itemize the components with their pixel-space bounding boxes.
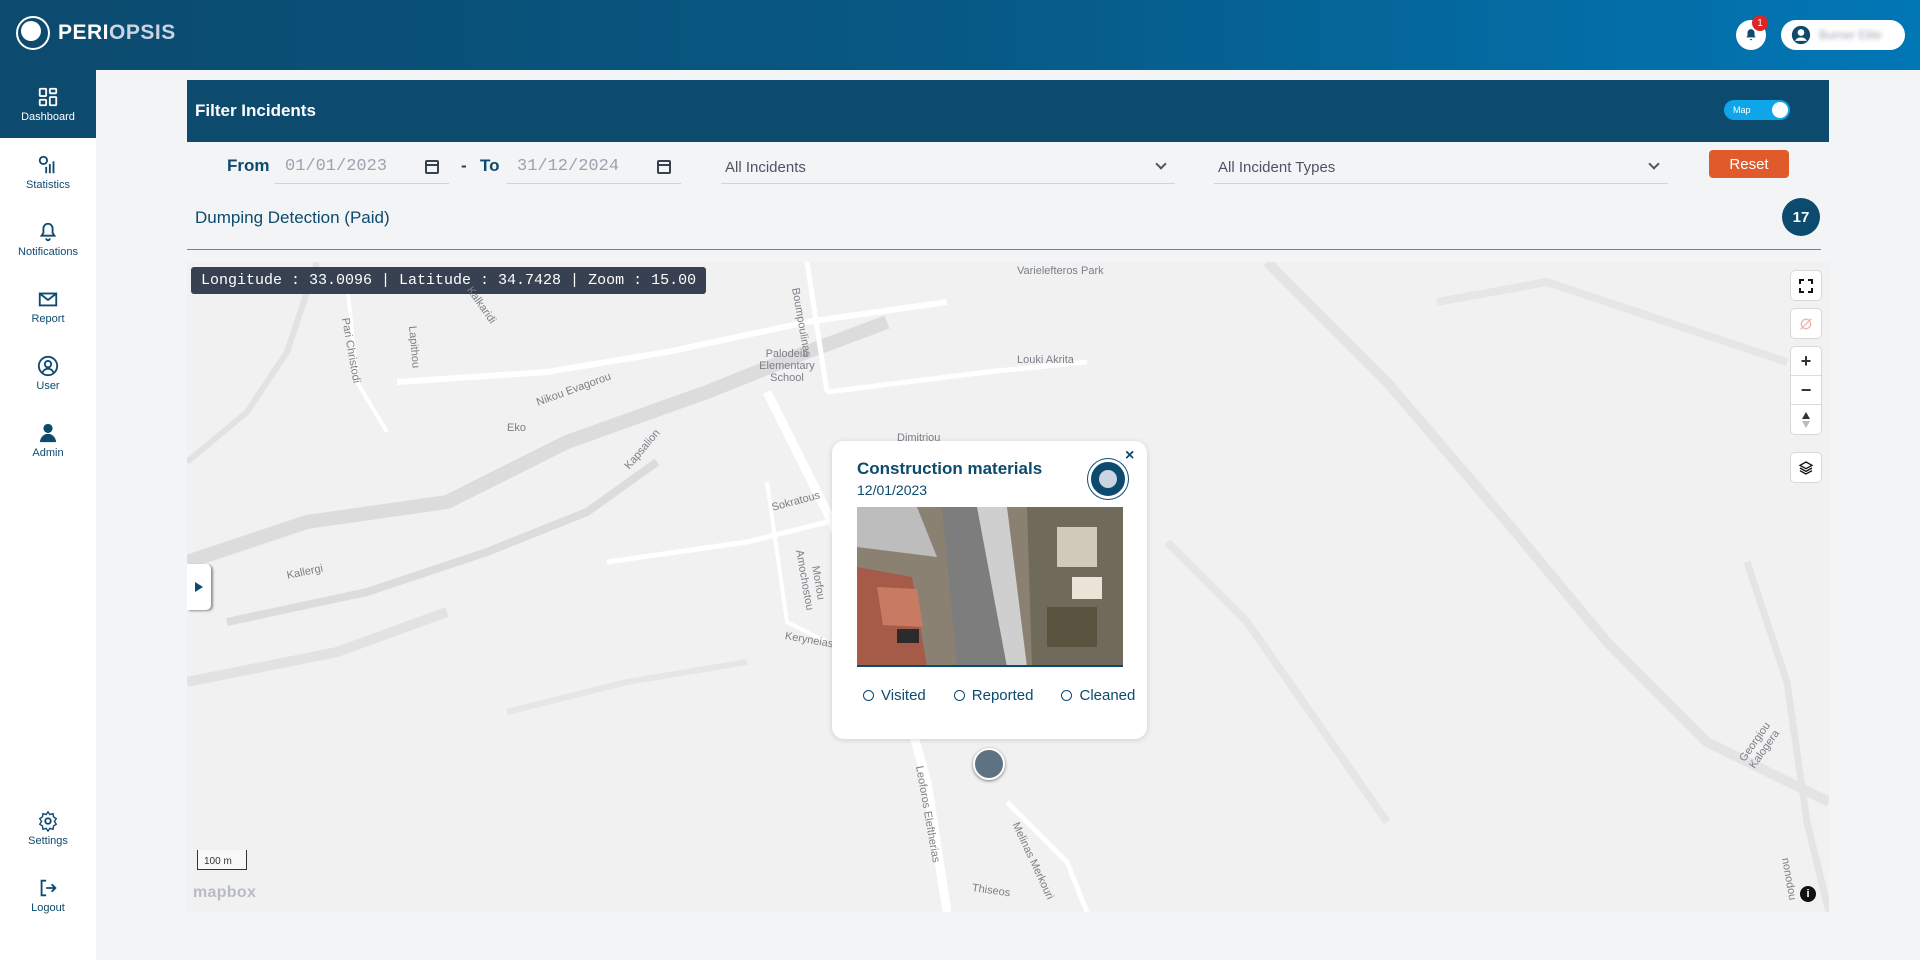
map-label: Varielefteros Park [1017,265,1104,277]
filter-title: Filter Incidents [195,101,316,120]
geolocate-disabled-icon[interactable] [1791,309,1821,338]
user-avatar-icon [1791,25,1811,45]
layers-icon[interactable] [1791,453,1821,482]
date-separator: - [461,156,467,175]
filter-row: From 01/01/2023 - To 31/12/2024 All Inci… [187,142,1829,188]
notification-badge: 1 [1752,15,1768,31]
reporter-avatar [1088,459,1128,499]
sidebar-item-logout[interactable]: Logout [0,877,96,914]
map-canvas[interactable]: Longitude : 33.0096 | Latitude : 34.7428… [187,262,1829,912]
to-date-input[interactable]: 31/12/2024 [507,150,681,184]
map-scale: 100 m [197,850,247,870]
fullscreen-control[interactable] [1791,271,1821,300]
brand-name: PERIOPSIS [58,21,176,44]
detection-title: Dumping Detection (Paid) [195,208,390,227]
map-label: Palodeia Elementary School [759,348,815,384]
incident-photo[interactable] [857,507,1123,667]
zoom-in-icon[interactable]: + [1791,347,1821,376]
top-bar: PERIOPSIS 1 Burner Elite [0,0,1920,70]
zoom-out-icon[interactable]: − [1791,376,1821,405]
dashboard-icon [38,87,58,107]
from-date-input[interactable]: 01/01/2023 [275,150,449,184]
cleaned-radio[interactable] [1061,690,1073,701]
status-options: Visited Reported Cleaned [857,687,1135,704]
visited-option[interactable]: Visited [857,687,926,704]
gear-icon [38,810,58,832]
fullscreen-icon[interactable] [1791,271,1821,300]
sidebar-item-admin[interactable]: Admin [0,422,96,459]
map-toggle[interactable]: Map [1724,100,1790,120]
calendar-icon[interactable] [425,159,439,174]
geolocate-control[interactable] [1791,309,1821,338]
popup-date: 12/01/2023 [857,482,928,498]
toggle-knob [1772,102,1788,118]
sidebar: Dashboard Statistics Notifications Repor… [0,70,96,960]
incidents-select[interactable]: All Incidents [721,150,1175,184]
user-icon [37,355,59,377]
sidebar-item-settings[interactable]: Settings [0,810,96,847]
incident-popup: Construction materials 12/01/2023 × Visi… [832,441,1147,739]
expand-panel-button[interactable] [187,564,211,610]
admin-icon [39,423,57,443]
map-toggle-label: Map [1733,105,1751,115]
map-label: Eko [507,422,526,434]
reset-button[interactable]: Reset [1709,150,1789,178]
from-label: From [227,156,270,175]
zoom-controls: + − [1791,347,1821,434]
sidebar-item-statistics[interactable]: Statistics [0,154,96,191]
visited-radio[interactable] [863,690,874,701]
compass-icon[interactable] [1791,405,1821,434]
incident-count-badge: 17 [1782,198,1820,236]
filter-header: Filter Incidents Map [187,80,1829,142]
logo-icon [16,16,50,50]
layers-control[interactable] [1791,453,1821,482]
coordinate-readout: Longitude : 33.0096 | Latitude : 34.7428… [191,267,707,294]
sidebar-item-report[interactable]: Report [0,288,96,325]
map-label: Louki Akrita [1017,354,1074,366]
close-icon[interactable]: × [1125,447,1134,465]
detection-header: Dumping Detection (Paid) 17 [187,198,1821,250]
chevron-down-icon [1155,158,1167,170]
statistics-icon [38,155,55,174]
aerial-photo [857,507,1123,665]
to-label: To [480,156,500,175]
info-icon[interactable]: i [1800,886,1816,902]
play-icon [195,582,203,592]
sidebar-item-user[interactable]: User [0,355,96,392]
logout-icon [40,879,57,897]
chevron-down-icon [1648,158,1660,170]
brand-logo[interactable]: PERIOPSIS [16,16,176,50]
user-menu[interactable]: Burner Elite [1781,20,1905,50]
sidebar-item-notifications[interactable]: Notifications [0,221,96,258]
user-name: Burner Elite [1819,28,1882,42]
incident-types-select[interactable]: All Incident Types [1214,150,1668,184]
incident-marker[interactable] [973,748,1005,780]
cleaned-option[interactable]: Cleaned [1055,687,1135,704]
reported-option[interactable]: Reported [948,687,1033,704]
reported-radio[interactable] [953,690,965,701]
bell-icon [39,222,57,242]
mapbox-logo[interactable]: mapbox [193,884,256,902]
popup-title: Construction materials [857,459,1043,478]
mail-icon [38,292,58,307]
sidebar-item-dashboard[interactable]: Dashboard [0,70,96,138]
calendar-icon[interactable] [657,159,671,174]
